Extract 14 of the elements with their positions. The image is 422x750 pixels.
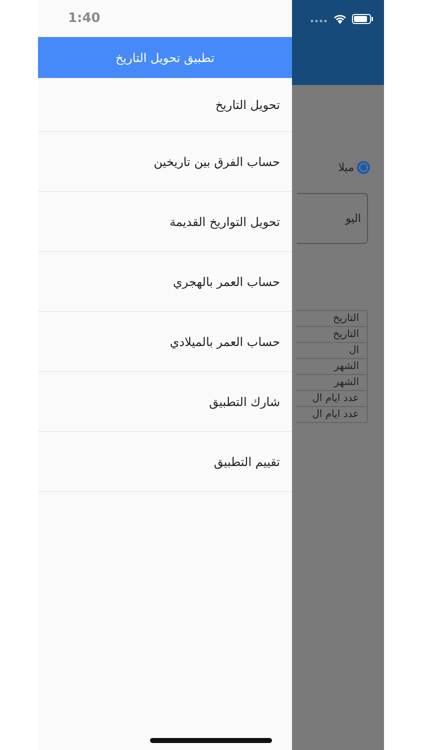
table-cell: التاريخ <box>296 327 367 343</box>
radio-button[interactable] <box>357 161 370 174</box>
table-cell-text: عدد ايام ال <box>311 408 360 422</box>
table-cell: الشهر <box>296 375 367 391</box>
table-cell: الشهر <box>296 359 367 375</box>
battery-icon <box>352 14 374 24</box>
radio-label: ميلا <box>338 161 354 174</box>
table-cell: ال <box>296 343 367 359</box>
table-cell: التاريخ <box>296 311 367 327</box>
wifi-icon <box>333 14 347 24</box>
status-time: 1:40 <box>68 11 100 26</box>
input-field[interactable]: اليو <box>297 193 368 244</box>
drawer-title: تطبيق تحويل التاريخ <box>116 50 214 64</box>
table-cell: عدد ايام ال <box>296 391 367 407</box>
